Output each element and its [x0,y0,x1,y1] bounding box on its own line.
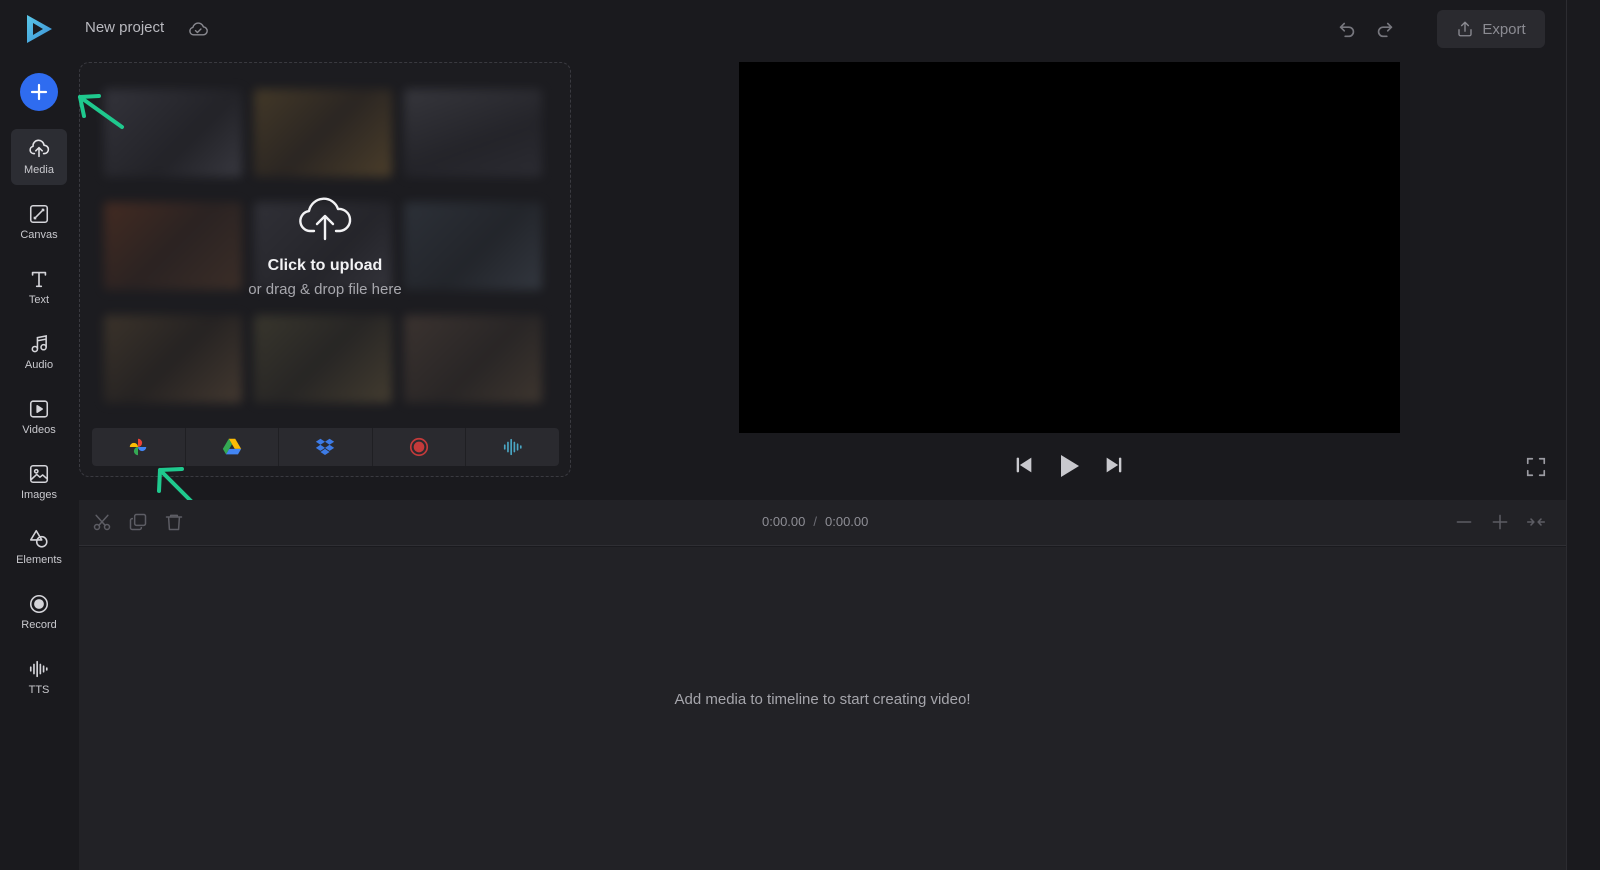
sidebar-item-text[interactable]: Text [11,259,67,315]
export-upload-icon [1458,21,1472,37]
app-logo-icon[interactable] [22,12,56,46]
cloud-saved-icon [189,22,208,36]
sidebar-item-images[interactable]: Images [11,454,67,510]
sidebar-item-label: Record [21,619,57,631]
trash-icon[interactable] [164,512,184,532]
window-edge [1566,0,1600,870]
annotation-arrow-icon [78,94,124,129]
sidebar-item-record[interactable]: Record [11,584,67,640]
play-icon[interactable] [1057,453,1081,479]
time-separator: / [813,514,817,529]
video-preview-canvas[interactable] [739,62,1400,433]
canvas-icon [29,204,49,224]
timeline-track-area[interactable]: Add media to timeline to start creating … [79,547,1566,870]
sidebar-item-label: Canvas [20,229,58,241]
duplicate-icon[interactable] [128,512,148,532]
upload-subtitle: or drag & drop file here [248,281,402,298]
google-photos-icon [130,438,147,456]
add-media-button[interactable] [20,73,58,111]
sidebar-item-label: Videos [22,424,56,436]
project-title[interactable]: New project [85,19,164,36]
cloud-upload-icon [299,197,352,241]
zoom-in-icon[interactable] [1490,512,1510,532]
total-time: 0:00.00 [825,514,869,529]
undo-icon[interactable] [1336,18,1358,40]
fit-timeline-icon[interactable] [1526,512,1546,532]
upload-prompt[interactable]: Click to upload or drag & drop file here [80,193,570,298]
music-note-icon [31,334,47,353]
editor-app: Media Canvas Text Audio Videos Images El… [0,0,1600,870]
image-icon [29,464,49,484]
timeline-empty-message: Add media to timeline to start creating … [674,691,971,708]
redo-icon[interactable] [1374,18,1396,40]
record-icon [410,437,429,457]
waveform-icon [503,438,522,456]
waveform-icon [29,660,48,678]
sidebar-item-videos[interactable]: Videos [11,389,67,445]
record-button[interactable] [373,428,467,466]
video-icon [29,400,49,418]
current-time: 0:00.00 [762,514,806,529]
sidebar-item-label: Media [24,164,54,176]
sidebar-item-canvas[interactable]: Canvas [11,194,67,250]
skip-forward-icon[interactable] [1103,454,1125,476]
scissors-icon[interactable] [92,512,112,532]
text-icon [31,271,47,288]
google-photos-button[interactable] [92,428,186,466]
google-drive-button[interactable] [186,428,280,466]
plus-icon [30,83,48,101]
upload-dropzone[interactable]: Click to upload or drag & drop file here [79,62,571,477]
sidebar-item-media[interactable]: Media [11,129,67,185]
text-to-speech-button[interactable] [466,428,559,466]
sidebar-item-label: Elements [16,554,62,566]
left-sidebar: Media Canvas Text Audio Videos Images El… [0,0,78,870]
sidebar-item-label: Audio [24,359,54,371]
export-label: Export [1482,20,1526,38]
upload-sources-bar [92,428,559,466]
zoom-out-icon[interactable] [1454,512,1474,532]
skip-back-icon[interactable] [1013,454,1035,476]
sidebar-item-label: Images [20,489,58,501]
sidebar-item-label: TTS [28,684,50,696]
shapes-icon [29,529,48,548]
sidebar-item-elements[interactable]: Elements [11,519,67,575]
dropbox-icon [316,438,335,455]
sidebar-item-label: Text [28,294,50,306]
fullscreen-icon[interactable] [1525,456,1547,478]
sidebar-item-audio[interactable]: Audio [11,324,67,380]
export-button[interactable]: Export [1437,10,1545,48]
cloud-upload-icon [29,139,50,158]
google-drive-icon [222,438,242,455]
dropbox-button[interactable] [279,428,373,466]
record-icon [29,594,49,614]
sidebar-item-tts[interactable]: TTS [11,649,67,705]
timecode-display: 0:00.00 / 0:00.00 [762,514,868,529]
timeline-toolbar: 0:00.00 / 0:00.00 [79,500,1566,546]
upload-title: Click to upload [267,257,383,274]
